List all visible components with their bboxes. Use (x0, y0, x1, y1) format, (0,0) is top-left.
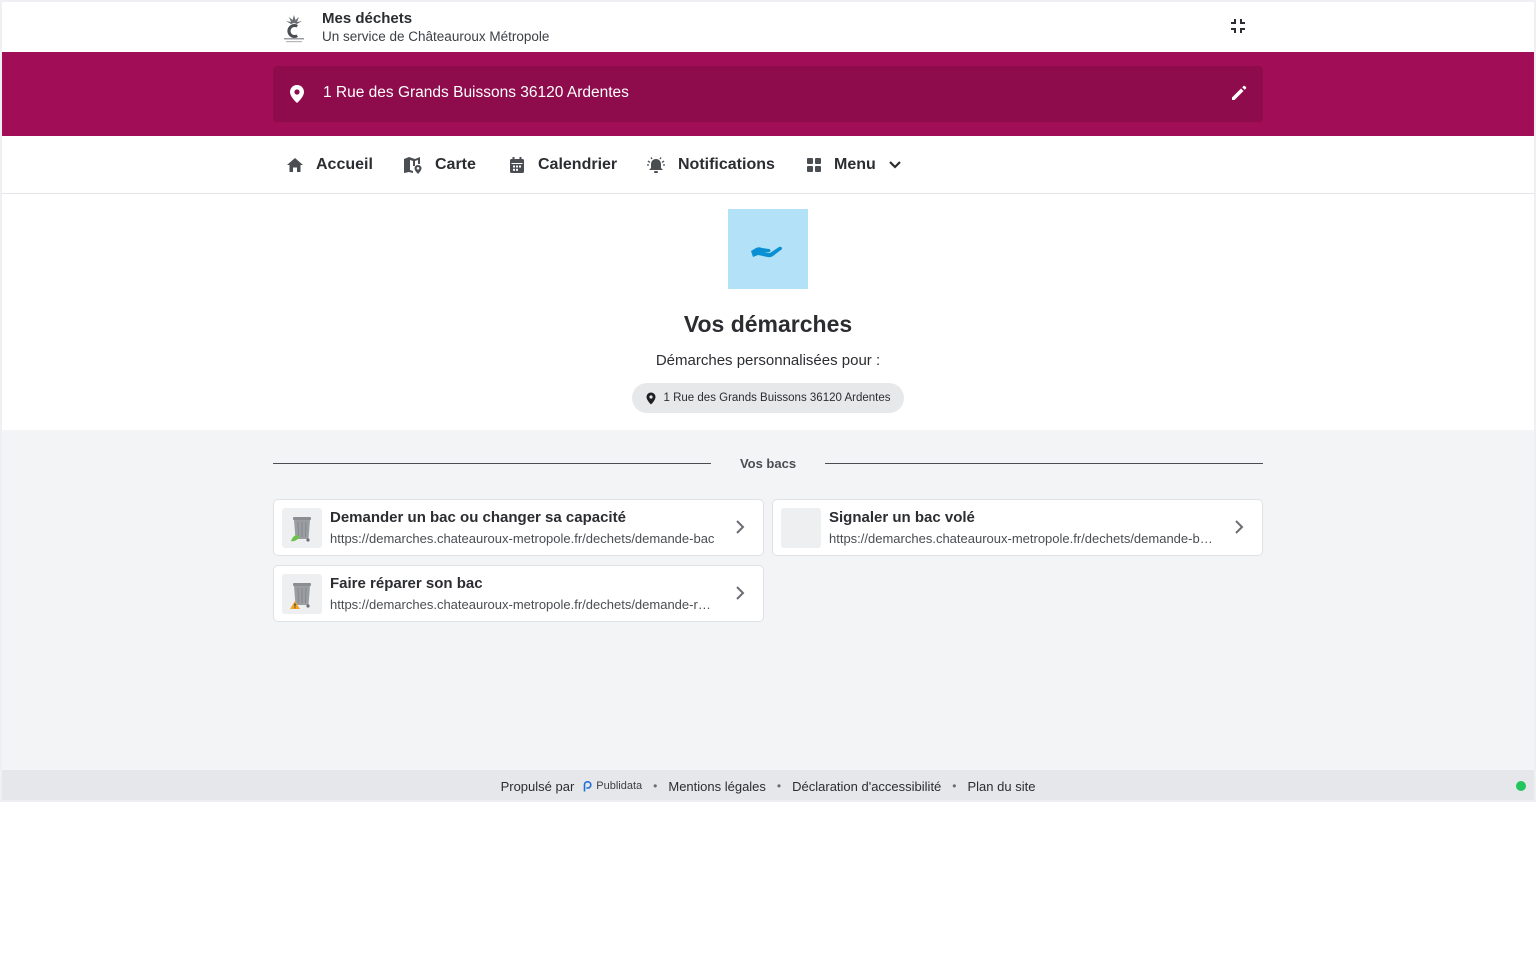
pencil-icon[interactable] (1229, 83, 1249, 103)
card-url: https://demarches.chateauroux-metropole.… (829, 531, 1214, 546)
home-icon (287, 158, 303, 172)
footer: Propulsé par Publidata • Mentions légale… (2, 770, 1534, 800)
location-pin-icon (646, 392, 656, 404)
chevron-down-icon (889, 161, 901, 169)
calendar-icon (510, 157, 524, 173)
plan-du-site-link[interactable]: Plan du site (968, 779, 1036, 794)
publidata-label: Publidata (596, 780, 643, 792)
card-url: https://demarches.chateauroux-metropole.… (330, 597, 715, 612)
bin-thumbnail (282, 574, 322, 614)
grid-icon (807, 158, 821, 172)
bin-thumbnail (781, 508, 821, 548)
hero-illustration (728, 209, 808, 289)
chevron-right-icon (736, 520, 745, 534)
address-selector[interactable]: 1 Rue des Grands Buissons 36120 Ardentes (273, 66, 1263, 122)
chateauroux-logo[interactable] (278, 12, 310, 44)
app-title: Mes déchets (322, 10, 413, 27)
header: Mes déchets Un service de Châteauroux Mé… (2, 2, 1534, 52)
footer-separator: • (653, 779, 658, 793)
mentions-legales-link[interactable]: Mentions légales (668, 779, 766, 794)
nav-item-calendrier[interactable]: Calendrier (508, 136, 617, 194)
publidata-logo-icon (583, 780, 592, 791)
address-band: 1 Rue des Grands Buissons 36120 Ardentes (2, 52, 1534, 136)
location-pin-icon (290, 85, 304, 103)
collapse-icon (1231, 19, 1245, 33)
app-subtitle: Un service de Châteauroux Métropole (322, 29, 550, 44)
nav-item-carte[interactable]: Carte (403, 136, 476, 194)
card-demander-bac[interactable]: Demander un bac ou changer sa capacité h… (273, 499, 764, 556)
card-title: Faire réparer son bac (330, 575, 483, 592)
page-subtitle: Démarches personnalisées pour : (655, 352, 881, 369)
status-indicator (1516, 781, 1526, 791)
page-title: Vos démarches (683, 311, 853, 337)
map-icon (404, 157, 422, 174)
bell-icon (647, 157, 665, 173)
nav-label: Calendrier (538, 156, 618, 173)
publidata-link[interactable]: Publidata (583, 780, 642, 792)
card-url: https://demarches.chateauroux-metropole.… (330, 531, 715, 546)
address-text: 1 Rue des Grands Buissons 36120 Ardentes (323, 84, 629, 101)
main-nav: Accueil Carte Calendrier Notifications M… (2, 136, 1534, 194)
card-title: Signaler un bac volé (829, 509, 975, 526)
nav-label: Notifications (678, 156, 775, 173)
address-chip: 1 Rue des Grands Buissons 36120 Ardentes (632, 383, 904, 413)
divider-line-right (825, 463, 1263, 464)
bin-thumbnail (282, 508, 322, 548)
footer-separator: • (952, 779, 957, 793)
accessibilite-link[interactable]: Déclaration d'accessibilité (792, 779, 941, 794)
powered-by-label: Propulsé par (500, 778, 575, 794)
nav-item-notifications[interactable]: Notifications (646, 136, 775, 194)
chevron-right-icon (1235, 520, 1244, 534)
app-window: Mes déchets Un service de Châteauroux Mé… (0, 0, 1536, 802)
section-divider: Vos bacs (273, 456, 1263, 472)
nav-item-menu[interactable]: Menu (806, 136, 902, 194)
nav-label: Menu (834, 156, 876, 173)
card-reparer-bac[interactable]: Faire réparer son bac https://demarches.… (273, 565, 764, 622)
collapse-button[interactable] (1226, 14, 1250, 38)
hand-offer-icon (751, 246, 783, 258)
hero: Vos démarches Démarches personnalisées p… (2, 195, 1534, 430)
chevron-right-icon (736, 586, 745, 600)
address-chip-label: 1 Rue des Grands Buissons 36120 Ardentes (663, 392, 891, 404)
bin-new-icon (291, 517, 311, 542)
content-area: Vos bacs Demander un bac ou changer sa c… (2, 430, 1534, 770)
bin-repair-icon (290, 583, 311, 609)
nav-item-accueil[interactable]: Accueil (286, 136, 373, 194)
nav-label: Carte (435, 156, 476, 173)
card-title: Demander un bac ou changer sa capacité (330, 509, 626, 526)
nav-label: Accueil (316, 156, 373, 173)
footer-separator: • (776, 779, 782, 793)
card-bac-vole[interactable]: Signaler un bac volé https://demarches.c… (772, 499, 1263, 556)
